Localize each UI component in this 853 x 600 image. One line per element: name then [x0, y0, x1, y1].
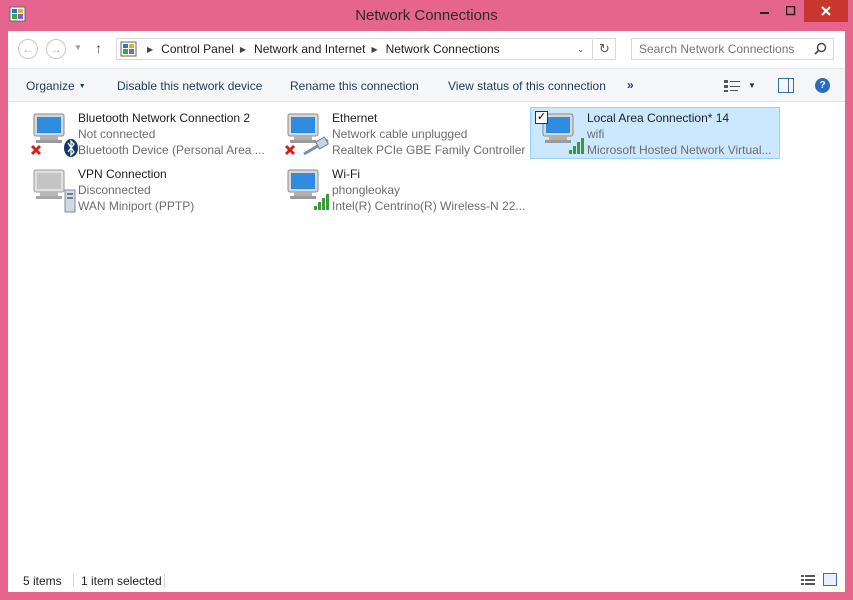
connections-list: Bluetooth Network Connection 2 Not conne… [8, 103, 845, 573]
breadcrumb-network-connections[interactable]: Network Connections [386, 42, 500, 56]
connection-device: WAN Miniport (PPTP) [78, 199, 195, 213]
breadcrumb-network-and-internet[interactable]: Network and Internet [254, 42, 365, 56]
organize-menu[interactable]: Organize ▼ [26, 79, 86, 93]
more-commands-button[interactable]: » [627, 78, 634, 92]
client-area: ← → ▼ ↑ ▶ Control Panel ▶ Network and In… [8, 31, 845, 592]
connection-text: Local Area Connection* 14 wifi Microsoft… [587, 110, 782, 158]
up-arrow-icon: ↑ [95, 40, 102, 56]
details-view-icon[interactable] [801, 574, 815, 586]
chevron-right-icon[interactable]: ▶ [147, 45, 153, 54]
breadcrumb: ▶ Control Panel ▶ Network and Internet ▶… [141, 42, 500, 56]
connection-item-vpn[interactable]: VPN Connection Disconnected WAN Miniport… [22, 164, 272, 216]
chevron-right-icon[interactable]: ▶ [371, 45, 377, 54]
change-view-icon[interactable] [723, 79, 741, 93]
up-button[interactable]: ↑ [95, 40, 102, 56]
connection-item-local-area-14[interactable]: ✓ Local Area Connection* 14 wifi Microso… [530, 107, 780, 159]
chevron-right-icon[interactable]: ▶ [240, 45, 246, 54]
bluetooth-network-icon [30, 113, 78, 157]
recent-locations-dropdown[interactable]: ▼ [74, 43, 82, 52]
address-bar: ← → ▼ ↑ ▶ Control Panel ▶ Network and In… [8, 31, 845, 67]
search-box[interactable] [631, 38, 834, 60]
view-options-dropdown[interactable]: ▼ [748, 81, 756, 90]
title-bar[interactable]: Network Connections [0, 0, 853, 31]
address-history-dropdown[interactable]: ⌄ [577, 44, 585, 55]
item-count: 5 items [23, 574, 62, 588]
rename-connection-button[interactable]: Rename this connection [290, 79, 419, 93]
connection-status: phongleokay [332, 183, 401, 197]
connection-name: Ethernet [332, 111, 378, 125]
maximize-icon [786, 6, 796, 16]
refresh-icon: ↻ [599, 41, 610, 56]
address-field[interactable]: ▶ Control Panel ▶ Network and Internet ▶… [116, 38, 593, 60]
forward-arrow-icon: → [50, 42, 62, 56]
search-input[interactable] [632, 39, 812, 59]
connection-device: Intel(R) Centrino(R) Wireless-N 22... [332, 199, 526, 213]
selection-checkbox[interactable]: ✓ [535, 111, 548, 124]
status-bar: 5 items 1 item selected [8, 568, 845, 592]
connection-text: Bluetooth Network Connection 2 Not conne… [78, 110, 273, 158]
close-icon [821, 6, 831, 16]
command-bar: Organize ▼ Disable this network device Re… [8, 68, 845, 102]
connection-device: Bluetooth Device (Personal Area ... [78, 143, 265, 157]
selection-count: 1 item selected [81, 574, 162, 588]
connection-item-ethernet[interactable]: Ethernet Network cable unplugged Realtek… [276, 108, 526, 160]
refresh-button[interactable]: ↻ [594, 38, 616, 60]
connection-status: Not connected [78, 127, 156, 141]
window: Network Connections ← → ▼ ↑ ▶ Control Pa… [0, 0, 853, 600]
chevron-down-icon: ⌄ [577, 44, 585, 54]
ethernet-network-icon [284, 113, 330, 156]
connection-status: wifi [587, 127, 605, 141]
vpn-network-icon [33, 169, 76, 213]
connection-text: Ethernet Network cable unplugged Realtek… [332, 110, 527, 158]
forward-button[interactable]: → [46, 39, 66, 59]
connection-name: Wi-Fi [332, 167, 360, 181]
minimize-icon [760, 12, 769, 14]
breadcrumb-control-panel[interactable]: Control Panel [161, 42, 234, 56]
back-arrow-icon: ← [22, 42, 34, 56]
organize-label: Organize [26, 79, 75, 93]
control-panel-icon [120, 41, 137, 57]
connection-status: Disconnected [78, 183, 151, 197]
connection-status: Network cable unplugged [332, 127, 468, 141]
connection-device: Realtek PCIe GBE Family Controller [332, 143, 526, 157]
connection-text: Wi-Fi phongleokay Intel(R) Centrino(R) W… [332, 166, 527, 214]
connection-item-bluetooth[interactable]: Bluetooth Network Connection 2 Not conne… [22, 108, 272, 160]
disable-device-button[interactable]: Disable this network device [117, 79, 262, 93]
connection-text: VPN Connection Disconnected WAN Miniport… [78, 166, 273, 214]
connection-device: Microsoft Hosted Network Virtual... [587, 143, 772, 157]
back-button[interactable]: ← [18, 39, 38, 59]
status-divider [164, 574, 165, 587]
connection-name: VPN Connection [78, 167, 167, 181]
maximize-button[interactable] [778, 0, 804, 22]
window-title: Network Connections [355, 7, 498, 24]
chevron-down-icon: ▼ [78, 83, 86, 90]
status-divider [73, 574, 74, 587]
help-icon[interactable]: ? [815, 78, 830, 93]
view-status-button[interactable]: View status of this connection [448, 79, 606, 93]
connection-name: Bluetooth Network Connection 2 [78, 111, 251, 125]
close-button[interactable] [804, 0, 848, 22]
preview-pane-button[interactable] [778, 78, 794, 93]
search-icon[interactable] [814, 42, 827, 55]
wireless-network-icon [287, 169, 329, 210]
minimize-button[interactable] [752, 0, 778, 22]
connection-name: Local Area Connection* 14 [587, 111, 730, 125]
connection-item-wifi[interactable]: Wi-Fi phongleokay Intel(R) Centrino(R) W… [276, 164, 526, 216]
tiles-view-icon[interactable] [823, 573, 837, 586]
